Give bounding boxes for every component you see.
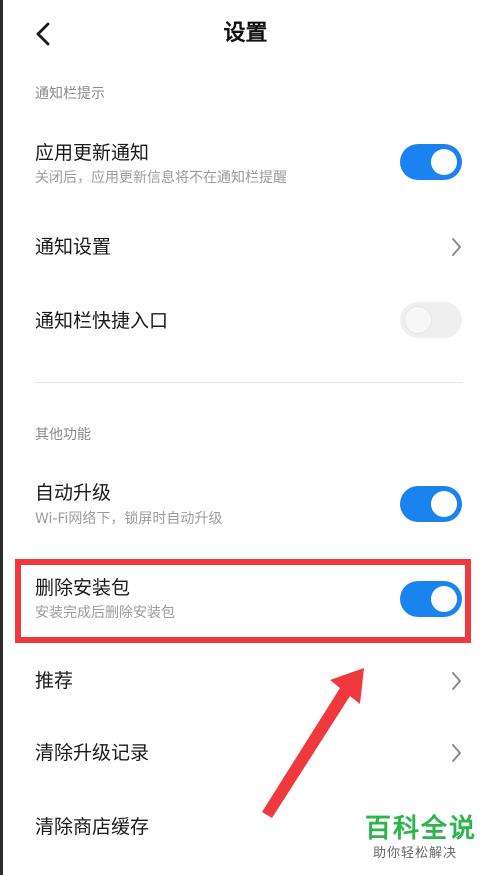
watermark-title: 百科全说 bbox=[365, 814, 478, 844]
header: 设置 bbox=[0, 0, 491, 70]
watermark: 百科全说 助你轻松解决 bbox=[365, 812, 481, 862]
chevron-right-icon bbox=[452, 238, 461, 256]
toggle-knob bbox=[431, 491, 457, 517]
row-sublabel: 关闭后，应用更新信息将不在通知栏提醒 bbox=[35, 170, 287, 186]
row-label: 应用更新通知 bbox=[35, 142, 150, 164]
row-auto-upgrade[interactable]: 自动升级 Wi-Fi网络下，锁屏时自动升级 bbox=[0, 472, 491, 542]
watermark-subtitle: 助你轻松解决 bbox=[373, 846, 458, 861]
row-label: 清除商店缓存 bbox=[35, 816, 150, 838]
row-sublabel: Wi-Fi网络下，锁屏时自动升级 bbox=[35, 511, 223, 527]
page-title: 设置 bbox=[223, 21, 268, 46]
chevron-right-icon bbox=[452, 672, 461, 690]
row-label: 自动升级 bbox=[35, 482, 112, 504]
section-divider bbox=[35, 382, 463, 383]
toggle-auto-upgrade[interactable] bbox=[400, 486, 462, 522]
section-title-other-features: 其他功能 bbox=[35, 427, 91, 443]
chevron-right-icon bbox=[452, 744, 461, 762]
settings-screen: 设置 通知栏提示 应用更新通知 关闭后，应用更新信息将不在通知栏提醒 通知设置 … bbox=[0, 0, 491, 875]
row-recommend[interactable]: 推荐 bbox=[0, 656, 491, 712]
toggle-knob bbox=[405, 307, 431, 333]
row-notification-shortcut[interactable]: 通知栏快捷入口 bbox=[0, 294, 491, 350]
row-label: 通知栏快捷入口 bbox=[35, 310, 169, 332]
highlight-box bbox=[15, 559, 471, 643]
row-label: 清除升级记录 bbox=[35, 742, 150, 764]
toggle-notification-shortcut[interactable] bbox=[400, 302, 462, 338]
row-label: 推荐 bbox=[35, 670, 74, 692]
section-title-notification: 通知栏提示 bbox=[35, 86, 105, 102]
row-notification-settings[interactable]: 通知设置 bbox=[0, 220, 491, 276]
toggle-app-update-notification[interactable] bbox=[400, 144, 462, 180]
row-clear-upgrade-records[interactable]: 清除升级记录 bbox=[0, 727, 491, 783]
row-label: 通知设置 bbox=[35, 236, 112, 258]
toggle-knob bbox=[431, 149, 457, 175]
row-app-update-notification[interactable]: 应用更新通知 关闭后，应用更新信息将不在通知栏提醒 bbox=[0, 130, 491, 200]
